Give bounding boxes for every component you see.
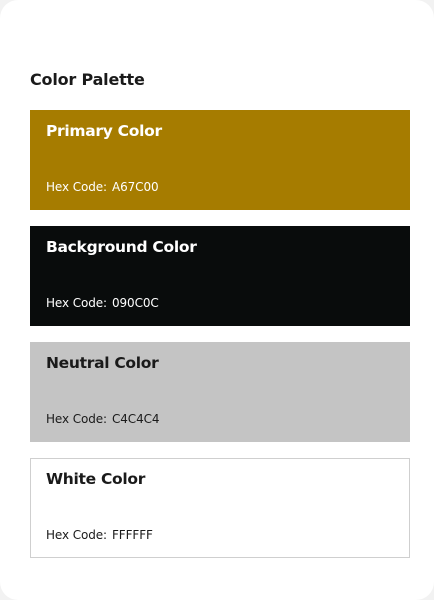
swatch-hex: Hex Code: FFFFFF — [46, 528, 153, 542]
hex-value: 090C0C — [111, 296, 159, 310]
swatch-primary: Primary Color Hex Code: A67C00 — [30, 110, 410, 210]
hex-value: C4C4C4 — [111, 412, 160, 426]
hex-value: FFFFFF — [111, 528, 153, 542]
hex-label: Hex Code: — [46, 412, 107, 426]
hex-label: Hex Code: — [46, 180, 107, 194]
color-palette-card: Color Palette Primary Color Hex Code: A67… — [0, 0, 434, 600]
swatch-hex: Hex Code: 090C0C — [46, 296, 159, 310]
swatch-name: Primary Color — [46, 122, 162, 140]
swatch-neutral: Neutral Color Hex Code: C4C4C4 — [30, 342, 410, 442]
swatch-white: White Color Hex Code: FFFFFF — [30, 458, 410, 558]
hex-label: Hex Code: — [46, 528, 107, 542]
swatch-name: Neutral Color — [46, 354, 159, 372]
swatch-name: Background Color — [46, 238, 197, 256]
page-title: Color Palette — [30, 70, 145, 89]
swatch-background: Background Color Hex Code: 090C0C — [30, 226, 410, 326]
swatch-name: White Color — [46, 470, 146, 488]
hex-label: Hex Code: — [46, 296, 107, 310]
hex-value: A67C00 — [111, 180, 159, 194]
swatch-hex: Hex Code: C4C4C4 — [46, 412, 160, 426]
swatch-hex: Hex Code: A67C00 — [46, 180, 159, 194]
